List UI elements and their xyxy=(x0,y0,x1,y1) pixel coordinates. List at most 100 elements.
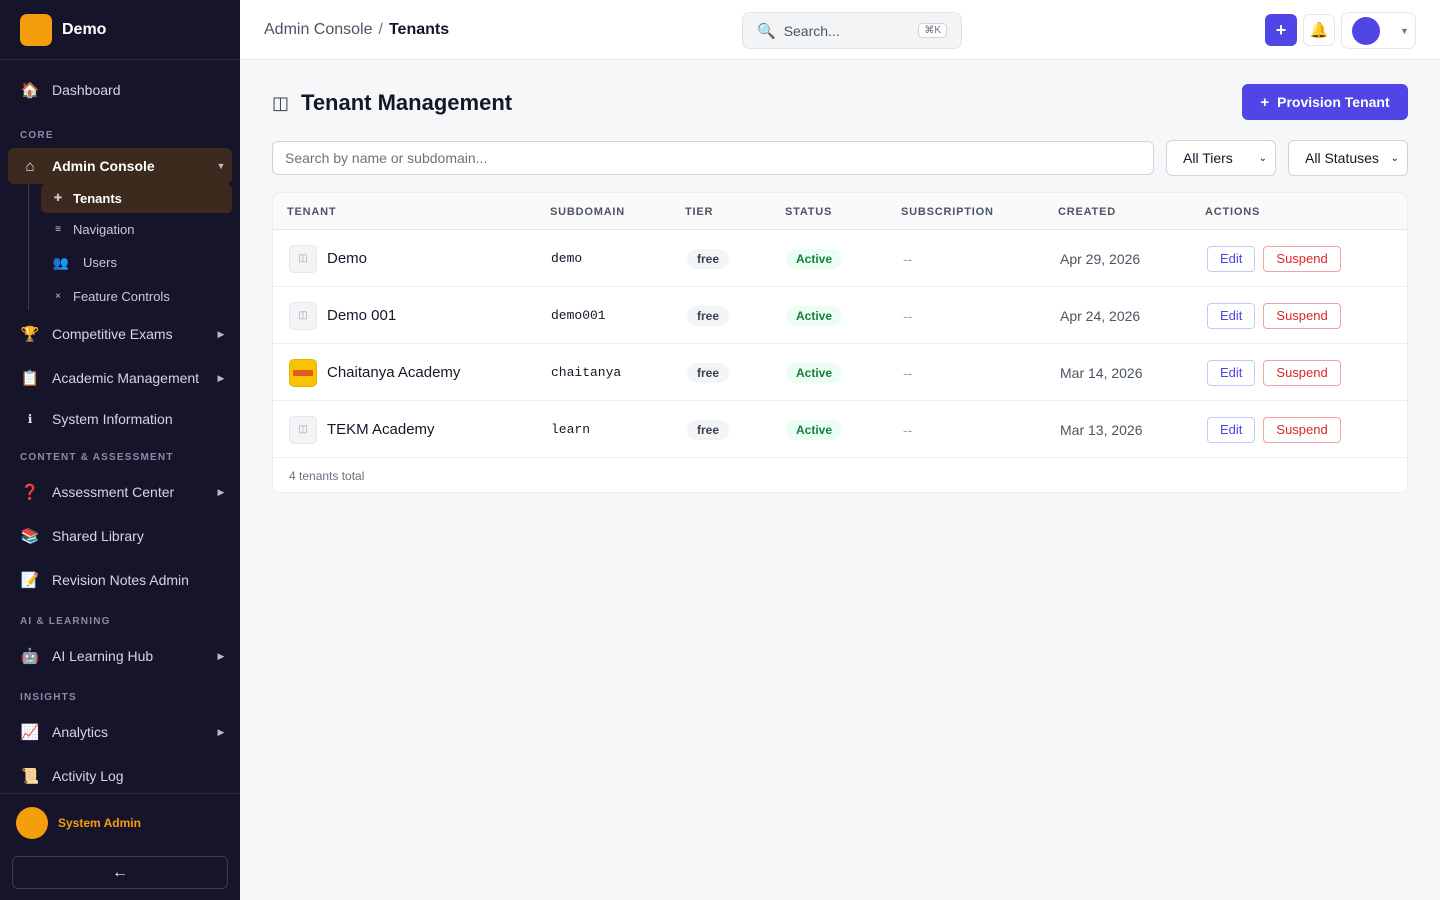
chevron-right-icon: ▶ xyxy=(217,650,225,661)
sidebar-subitem-label: Tenants xyxy=(73,191,122,206)
tier-filter-select[interactable]: All Tiers ⌄ xyxy=(1166,140,1276,176)
sidebar-item-label: Shared Library xyxy=(52,528,144,544)
chevron-right-icon: ▶ xyxy=(217,328,225,339)
sidebar-subitem-label: Users xyxy=(83,255,117,270)
edit-button[interactable]: Edit xyxy=(1207,416,1256,443)
subdomain: demo xyxy=(551,251,583,266)
sidebar-item-label: Dashboard xyxy=(52,82,121,98)
sidebar-item-revision-notes-admin[interactable]: 📝 Revision Notes Admin xyxy=(8,562,232,598)
sidebar-subitem-feature-controls[interactable]: × Feature Controls xyxy=(41,282,232,311)
provision-tenant-button[interactable]: + Provision Tenant xyxy=(1242,84,1408,120)
tier-badge: free xyxy=(687,305,730,326)
tenant-name[interactable]: Demo 001 xyxy=(327,307,396,324)
table-row[interactable]: ◫ Demo 001 demo001 free Active -- Apr 24… xyxy=(273,287,1407,344)
scroll-icon: 📜 xyxy=(20,768,40,785)
collapse-sidebar-button[interactable]: ← xyxy=(12,856,228,889)
sidebar-item-assessment-center[interactable]: ❓ Assessment Center ▶ xyxy=(8,474,232,510)
house-icon: 🏠 xyxy=(20,82,40,99)
column-header-status: STATUS xyxy=(785,206,833,218)
status-filter-select[interactable]: All Statuses ⌄ xyxy=(1288,140,1408,176)
tenant-name[interactable]: Demo xyxy=(327,250,367,267)
section-insights: INSIGHTS xyxy=(20,692,77,703)
sidebar-item-admin-console[interactable]: ⌂ Admin Console ▼ xyxy=(8,148,232,184)
column-header-tenant: TENANT xyxy=(287,206,337,218)
sidebar-item-dashboard[interactable]: 🏠 Dashboard xyxy=(8,72,232,108)
sidebar-item-label: Revision Notes Admin xyxy=(52,572,189,588)
suspend-button[interactable]: Suspend xyxy=(1263,416,1341,443)
sidebar-subitem-navigation[interactable]: ≡ Navigation xyxy=(41,215,232,244)
column-header-tier: TIER xyxy=(685,206,714,218)
status-badge: Active xyxy=(786,419,843,440)
tenant-cell: ◫ Demo 001 xyxy=(289,287,396,344)
sidebar-item-competitive-exams[interactable]: 🏆 Competitive Exams ▶ xyxy=(8,316,232,352)
sidebar-item-label: System Information xyxy=(52,411,173,427)
suspend-button[interactable]: Suspend xyxy=(1263,359,1341,386)
sidebar-subitem-label: Navigation xyxy=(73,222,135,237)
table-header: TENANT SUBDOMAIN TIER STATUS SUBSCRIPTIO… xyxy=(273,193,1407,230)
building-icon: ◫ xyxy=(289,415,317,444)
table-row[interactable]: ◫ Demo demo free Active -- Apr 29, 2026 … xyxy=(273,230,1407,287)
table-row[interactable]: ◫ TEKM Academy learn free Active -- Mar … xyxy=(273,401,1407,458)
subscription-value: -- xyxy=(903,307,913,324)
brand[interactable]: Demo xyxy=(0,0,240,60)
users-icon: 👥 xyxy=(52,254,70,270)
global-search[interactable]: 🔍 Search... ⌘K xyxy=(742,12,962,49)
edit-button[interactable]: Edit xyxy=(1207,359,1256,386)
tenant-cell: ◫ Demo xyxy=(289,230,367,287)
column-header-subdomain: SUBDOMAIN xyxy=(550,206,626,218)
sidebar-item-label: AI Learning Hub xyxy=(52,648,154,664)
tenant-name[interactable]: Chaitanya Academy xyxy=(327,364,460,381)
profile-menu-button[interactable]: ▼ xyxy=(1341,12,1416,49)
table-row[interactable]: Chaitanya Academy chaitanya free Active … xyxy=(273,344,1407,401)
created-date: Apr 24, 2026 xyxy=(1060,307,1141,324)
tenant-cell: ◫ TEKM Academy xyxy=(289,401,435,458)
sidebar: Demo 🏠 Dashboard CORE ⌂ Admin Console ▼ … xyxy=(0,0,240,900)
created-date: Apr 29, 2026 xyxy=(1060,250,1141,267)
chevron-right-icon: ▶ xyxy=(217,726,225,737)
section-core: CORE xyxy=(20,130,54,141)
search-icon: 🔍 xyxy=(757,22,776,40)
sidebar-item-label: Analytics xyxy=(52,724,109,740)
clipboard-icon: 📋 xyxy=(20,370,40,387)
sidebar-footer: System Admin ← xyxy=(0,793,240,889)
edit-button[interactable]: Edit xyxy=(1207,302,1256,329)
sidebar-item-system-information[interactable]: ℹ System Information xyxy=(8,401,232,437)
info-icon: ℹ xyxy=(27,412,33,426)
quick-add-button[interactable]: + xyxy=(1265,14,1297,46)
suspend-button[interactable]: Suspend xyxy=(1263,245,1341,272)
breadcrumb-admin-console[interactable]: Admin Console xyxy=(264,21,373,39)
sidebar-item-academic-management[interactable]: 📋 Academic Management ▶ xyxy=(8,360,232,396)
sidebar-item-activity-log[interactable]: 📜 Activity Log xyxy=(8,758,232,794)
global-search-placeholder: Search... xyxy=(783,22,840,39)
building-icon: ◫ xyxy=(289,244,317,273)
tenant-name[interactable]: TEKM Academy xyxy=(327,421,435,438)
plus-icon: + xyxy=(1275,19,1287,40)
section-content-assessment: CONTENT & ASSESSMENT xyxy=(20,452,174,463)
sidebar-item-label: Academic Management xyxy=(52,370,200,386)
search-shortcut-badge: ⌘K xyxy=(918,23,947,38)
provision-tenant-label: Provision Tenant xyxy=(1277,94,1390,110)
sidebar-item-ai-learning-hub[interactable]: 🤖 AI Learning Hub ▶ xyxy=(8,638,232,674)
breadcrumb-separator: / xyxy=(378,21,383,38)
avatar xyxy=(1352,16,1380,45)
edit-button[interactable]: Edit xyxy=(1207,245,1256,272)
chart-icon: 📈 xyxy=(20,724,40,741)
subscription-value: -- xyxy=(903,364,913,381)
suspend-button[interactable]: Suspend xyxy=(1263,302,1341,329)
sidebar-subitem-users[interactable]: 👥 Users xyxy=(41,248,232,277)
sidebar-item-shared-library[interactable]: 📚 Shared Library xyxy=(8,518,232,554)
memo-icon: 📝 xyxy=(20,572,40,589)
sidebar-item-analytics[interactable]: 📈 Analytics ▶ xyxy=(8,714,232,750)
chevron-right-icon: ▶ xyxy=(217,372,225,383)
subdomain: demo001 xyxy=(551,308,606,323)
status-badge: Active xyxy=(786,362,843,383)
current-user[interactable]: System Admin xyxy=(0,794,240,852)
sidebar-subitem-tenants[interactable]: ✚ Tenants xyxy=(41,184,232,213)
column-header-actions: ACTIONS xyxy=(1205,206,1261,218)
tenant-search-input[interactable] xyxy=(272,141,1154,175)
home-outline-icon: ⌂ xyxy=(25,157,35,175)
arrow-left-icon: ← xyxy=(112,863,128,881)
notifications-button[interactable]: 🔔 xyxy=(1303,14,1335,46)
column-header-created: CREATED xyxy=(1058,206,1116,218)
chevron-down-icon: ⌄ xyxy=(1390,152,1399,164)
